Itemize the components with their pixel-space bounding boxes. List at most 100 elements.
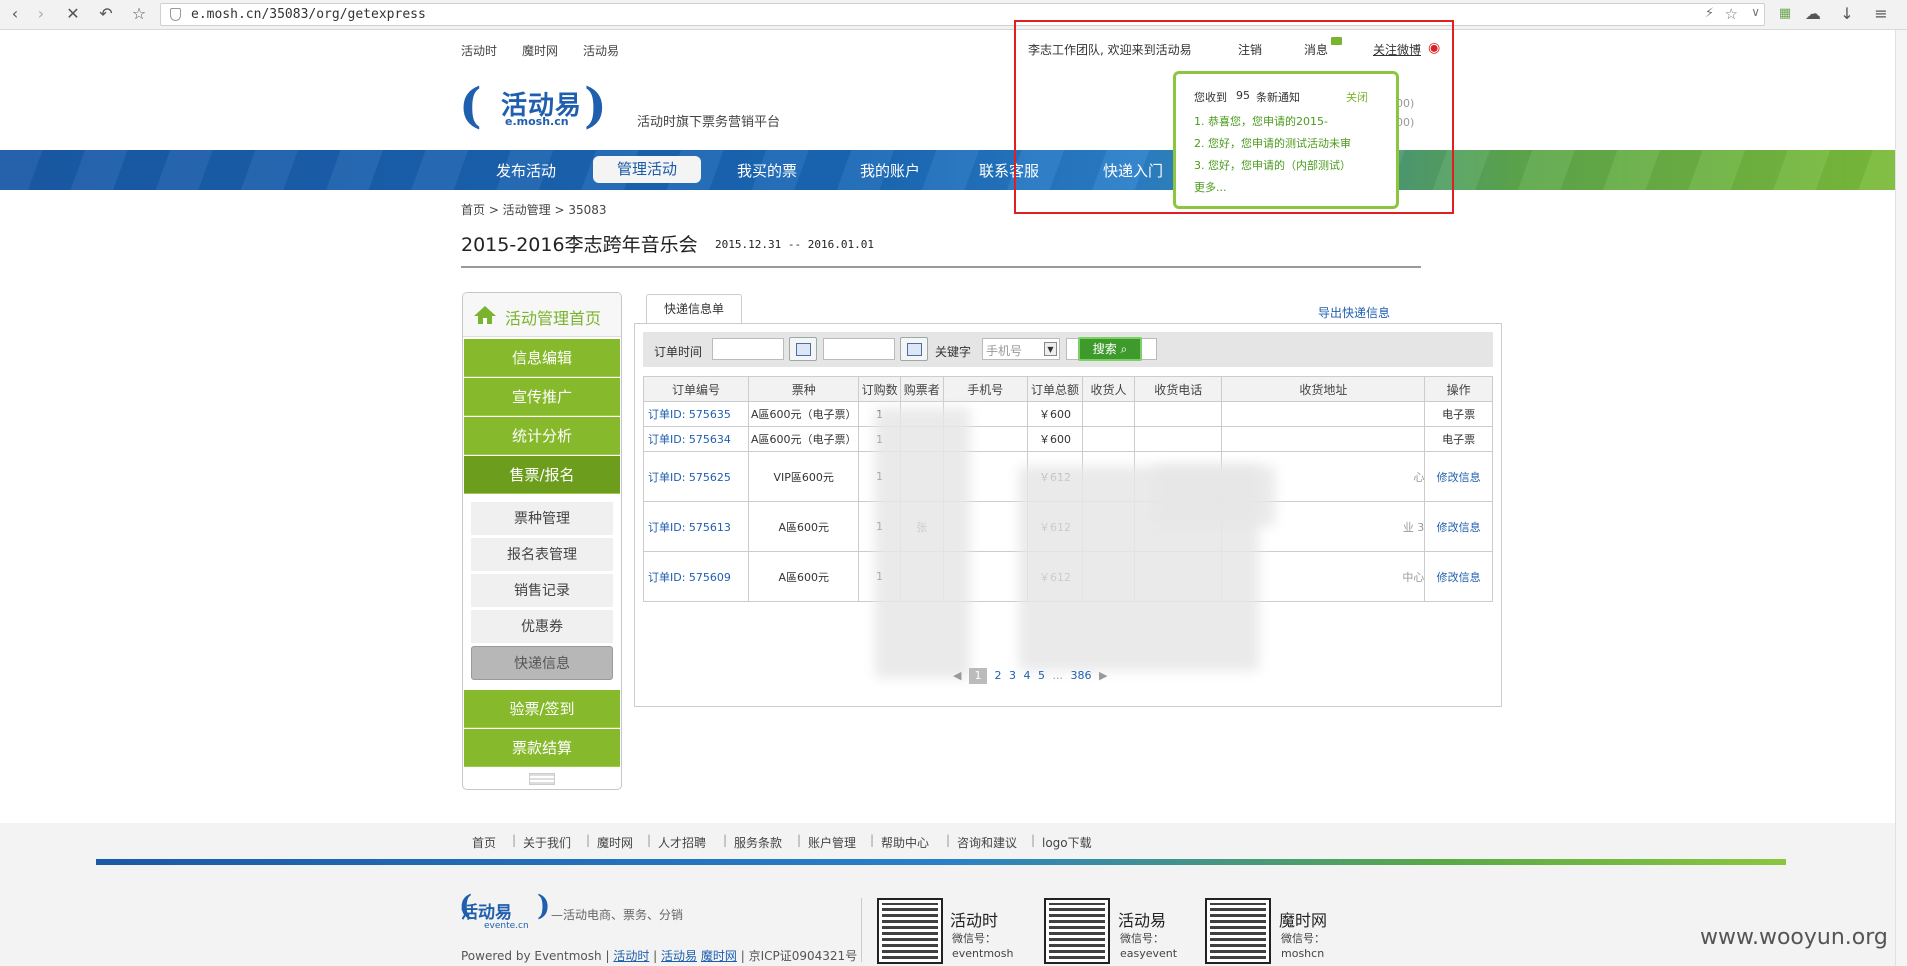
- sidebar-sub-ticket-types[interactable]: 票种管理: [471, 502, 613, 536]
- redacted-region: [1155, 466, 1275, 526]
- page-link[interactable]: 5: [1038, 669, 1045, 682]
- notify-item-1[interactable]: 1. 恭喜您，您申请的2015-: [1194, 113, 1328, 129]
- sidebar-item-info-edit[interactable]: 信息编辑: [464, 339, 620, 377]
- page-ellipsis: ...: [1052, 669, 1063, 682]
- sidebar-home[interactable]: 活动管理首页: [463, 293, 621, 337]
- sidebar-item-checkin[interactable]: 验票/签到: [464, 690, 620, 728]
- calendar-icon[interactable]: [789, 337, 817, 361]
- sidebar: 活动管理首页 信息编辑 宣传推广 统计分析 售票/报名 票种管理 报名表管理 销…: [462, 292, 622, 790]
- powered-link-huodongshi[interactable]: 活动时: [613, 949, 649, 963]
- order-id-link[interactable]: 订单ID: 575635: [648, 408, 731, 421]
- menu-icon[interactable]: ≡: [1870, 3, 1892, 25]
- edit-info-link[interactable]: 修改信息: [1437, 571, 1481, 584]
- footer-link[interactable]: 服务条款: [734, 834, 782, 851]
- download-icon[interactable]: ↓: [1836, 3, 1858, 25]
- nav-manage[interactable]: 管理活动: [593, 156, 702, 183]
- notify-item-2[interactable]: 2. 您好，您申请的测试活动未审: [1194, 135, 1351, 151]
- footer-separator: |: [512, 833, 517, 847]
- nav-my-tickets[interactable]: 我买的票: [737, 160, 797, 181]
- search-icon: ⌕: [1120, 342, 1128, 356]
- scrollbar[interactable]: [1895, 30, 1907, 966]
- table-row: 订单ID: 575635A區600元（电子票）1￥600电子票: [642, 401, 1493, 427]
- toplink-huodongyi[interactable]: 活动易: [583, 42, 619, 59]
- home-icon[interactable]: ↶: [95, 3, 117, 25]
- sidebar-item-tickets[interactable]: 售票/报名: [464, 456, 620, 494]
- footer-link[interactable]: 首页: [472, 834, 496, 851]
- notify-item-3[interactable]: 3. 您好，您申请的（内部测试）: [1194, 157, 1351, 173]
- prev-page-icon[interactable]: ◀: [953, 669, 961, 682]
- column-header: 订单编号: [642, 376, 750, 402]
- cell-ticket: A區600元（电子票）: [748, 426, 860, 452]
- stop-icon[interactable]: ✕: [62, 3, 84, 25]
- page-last[interactable]: 386: [1070, 669, 1091, 682]
- column-header: 订单总额: [1026, 376, 1084, 402]
- sidebar-collapse-icon[interactable]: [529, 773, 555, 785]
- footer-link[interactable]: 账户管理: [808, 834, 856, 851]
- page-link[interactable]: 2: [994, 669, 1001, 682]
- op-label: 电子票: [1442, 433, 1476, 446]
- sidebar-sub-express[interactable]: 快递信息: [471, 646, 613, 680]
- keyword-type-select[interactable]: 手机号 ▼: [982, 338, 1060, 360]
- footer-separator: |: [1031, 833, 1036, 847]
- op-label: 电子票: [1442, 408, 1476, 421]
- tab-express-list[interactable]: 快递信息单: [646, 294, 742, 324]
- sidebar-item-settlement[interactable]: 票款结算: [464, 729, 620, 767]
- dropdown-icon[interactable]: ∨: [1751, 5, 1760, 19]
- back-icon[interactable]: ‹: [4, 3, 26, 25]
- nav-publish[interactable]: 发布活动: [496, 160, 556, 181]
- toplink-moshiwang[interactable]: 魔时网: [522, 42, 558, 59]
- footer-link[interactable]: 咨询和建议: [957, 834, 1017, 851]
- footer-link[interactable]: logo下载: [1042, 834, 1092, 851]
- column-header: 收货电话: [1134, 376, 1223, 402]
- forward-icon[interactable]: ›: [30, 3, 52, 25]
- nav-my-account[interactable]: 我的账户: [860, 160, 920, 181]
- order-id-link[interactable]: 订单ID: 575625: [648, 471, 731, 484]
- qr-code-moshiwang: [1205, 898, 1271, 964]
- sidebar-sub-forms[interactable]: 报名表管理: [471, 538, 613, 572]
- footer-separator: |: [586, 833, 591, 847]
- export-express-link[interactable]: 导出快递信息: [1318, 304, 1390, 321]
- breadcrumb[interactable]: 首页 > 活动管理 > 35083: [461, 201, 607, 218]
- start-date-input[interactable]: [712, 338, 784, 360]
- next-page-icon[interactable]: ▶: [1099, 669, 1107, 682]
- page-link[interactable]: 4: [1023, 669, 1030, 682]
- footer-link[interactable]: 人才招聘: [658, 834, 706, 851]
- qr-account-2: easyevent: [1120, 947, 1178, 960]
- site-logo[interactable]: ( 活动易 e.mosh.cn ): [459, 80, 619, 132]
- notification-popup: 您收到 95 条新通知 关闭 1. 恭喜您，您申请的2015- 2. 您好，您申…: [1173, 71, 1399, 209]
- sidebar-item-statistics[interactable]: 统计分析: [464, 417, 620, 455]
- powered-link-moshiwang[interactable]: 魔时网: [701, 949, 737, 963]
- page-link[interactable]: 3: [1009, 669, 1016, 682]
- order-id-link[interactable]: 订单ID: 575634: [648, 433, 731, 446]
- order-id-link[interactable]: 订单ID: 575609: [648, 571, 731, 584]
- notify-more[interactable]: 更多...: [1194, 179, 1227, 195]
- sidebar-item-promotion[interactable]: 宣传推广: [464, 378, 620, 416]
- footer-logo[interactable]: 活动易: [461, 898, 512, 923]
- cloud-icon[interactable]: ☁: [1802, 3, 1824, 25]
- icp-text: | 京ICP证0904321号: [740, 949, 858, 963]
- star-icon[interactable]: ☆: [1725, 5, 1738, 23]
- footer-separator: |: [797, 833, 802, 847]
- footer-separator: |: [723, 833, 728, 847]
- calendar-icon[interactable]: [900, 337, 928, 361]
- search-button[interactable]: 搜索 ⌕: [1078, 337, 1142, 361]
- bookmark-icon[interactable]: ☆: [128, 3, 150, 25]
- pagination: ◀ 1 2 3 4 5 ... 386 ▶: [953, 668, 1111, 684]
- order-id-link[interactable]: 订单ID: 575613: [648, 521, 731, 534]
- browser-toolbar: ‹ › ✕ ↶ ☆ e.mosh.cn/35083/org/getexpress…: [0, 0, 1907, 30]
- sidebar-sub-coupons[interactable]: 优惠券: [471, 610, 613, 644]
- lightning-icon[interactable]: ⚡: [1705, 6, 1714, 21]
- edit-info-link[interactable]: 修改信息: [1437, 471, 1481, 484]
- powered-link-huodongyi[interactable]: 活动易: [661, 949, 697, 963]
- sidebar-sub-sales[interactable]: 销售记录: [471, 574, 613, 608]
- toplink-huodongshi[interactable]: 活动时: [461, 42, 497, 59]
- notify-close[interactable]: 关闭: [1346, 89, 1368, 105]
- footer-link[interactable]: 关于我们: [523, 834, 571, 851]
- address-bar[interactable]: e.mosh.cn/35083/org/getexpress ⚡ ☆ ∨: [160, 3, 1765, 26]
- end-date-input[interactable]: [823, 338, 895, 360]
- footer-link[interactable]: 魔时网: [597, 834, 633, 851]
- edit-info-link[interactable]: 修改信息: [1437, 521, 1481, 534]
- apps-icon[interactable]: ▦: [1774, 3, 1796, 25]
- footer-separator: |: [870, 833, 875, 847]
- footer-link[interactable]: 帮助中心: [881, 834, 929, 851]
